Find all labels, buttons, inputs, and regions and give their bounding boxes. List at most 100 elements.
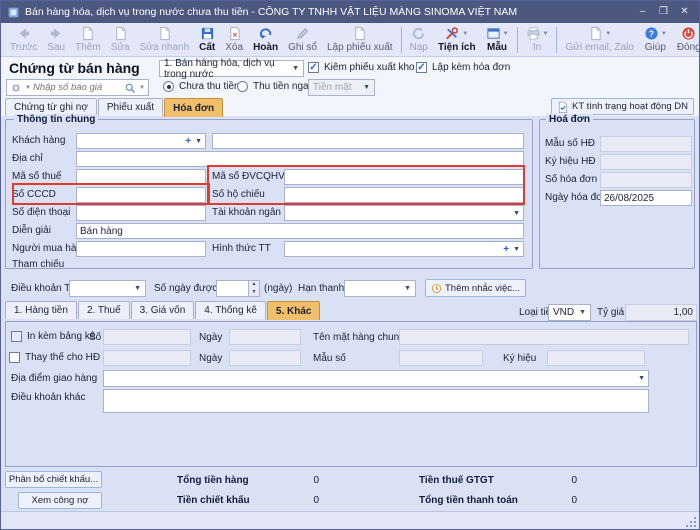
toolbar-button-gui-email-zalo[interactable]: ▼ Gửi email, Zalo <box>560 24 638 56</box>
tab-hang-tien[interactable]: 1. Hàng tiền <box>5 301 77 319</box>
in-kem-bang-ke-checkbox[interactable]: In kèm bảng kê <box>11 331 95 342</box>
dieu-khoan-khac-textarea[interactable] <box>103 389 649 413</box>
so-label: Số <box>89 332 101 343</box>
dien-giai-input[interactable] <box>76 223 524 239</box>
tong-tien-thanh-toan-label: Tổng tiền thanh toán <box>419 495 518 506</box>
tab-phieu-xuat[interactable]: Phiếu xuất <box>98 98 163 116</box>
kt-tinh-trang-button[interactable]: KT tình trạng hoạt động DN <box>551 98 694 115</box>
so-dien-thoai-input[interactable] <box>76 205 206 221</box>
mau-so-hd-input <box>600 136 692 152</box>
khach-hang-combo[interactable]: +▼ <box>76 133 206 149</box>
loai-tien-select[interactable]: VND▼ <box>548 304 591 321</box>
tab-hoa-don[interactable]: Hóa đơn <box>164 98 223 117</box>
ma-so-dvcqhvns-input[interactable] <box>284 169 524 185</box>
add-icon[interactable]: + <box>503 244 509 255</box>
gear-icon <box>10 82 22 94</box>
thay-the-cho-hd-so-checkbox[interactable]: Thay thế cho HĐ số <box>9 352 113 363</box>
tab-thong-ke[interactable]: 4. Thống kê <box>195 301 266 319</box>
app-window: Bán hàng hóa, dịch vụ trong nước chưa th… <box>0 0 700 530</box>
dia-diem-giao-hang-combo[interactable]: ▼ <box>103 370 649 387</box>
page-title: Chứng từ bán hàng <box>9 60 140 76</box>
toolbar-button-hoan[interactable]: Hoàn <box>248 24 283 56</box>
nguoi-mua-hang-input[interactable] <box>76 241 206 257</box>
resize-grip[interactable] <box>684 515 696 527</box>
toolbar-button-truoc[interactable]: Trước <box>5 24 42 56</box>
toolbar: Trước Sau Thêm Sửa Sửa nhanh Cất × Xóa H <box>1 23 699 57</box>
chevron-down-icon: ▼ <box>195 138 202 145</box>
spin-down-icon[interactable]: ▼ <box>249 289 259 297</box>
checkbox-checked-icon: ✓ <box>416 62 427 73</box>
toolbar-button-sau[interactable]: Sau <box>42 24 70 56</box>
toolbar-button-tien-ich[interactable]: ▼ Tiện ích <box>433 24 481 56</box>
toolbar-button-nap[interactable]: Nạp <box>405 24 433 56</box>
dia-chi-input[interactable] <box>76 151 524 167</box>
chevron-down-icon: ▼ <box>400 285 411 292</box>
search-input[interactable] <box>33 82 122 93</box>
dia-chi-label: Địa chỉ <box>12 153 43 164</box>
them-nhac-viec-button[interactable]: Thêm nhắc việc... <box>425 279 526 297</box>
so-cccd-label: Số CCCD <box>12 189 56 200</box>
so-ho-chieu-input[interactable] <box>284 187 524 203</box>
maximize-button[interactable]: ❐ <box>655 4 672 20</box>
ty-gia-label: Tỷ giá <box>597 307 624 318</box>
so-ngay-duoc-no-spinner[interactable]: ▲▼ <box>216 280 260 297</box>
xem-cong-no-button[interactable]: Xem công nợ <box>18 492 102 509</box>
khach-hang-name-input[interactable] <box>212 133 524 149</box>
add-icon[interactable]: + <box>185 136 191 147</box>
window-title: Bán hàng hóa, dịch vụ trong nước chưa th… <box>25 6 634 18</box>
thu-tien-ngay-radio[interactable]: Thu tiền ngay <box>237 81 314 92</box>
so-cccd-input[interactable] <box>76 187 206 203</box>
toolbar-button-in[interactable]: ▼ In <box>521 24 554 56</box>
document-delete-icon: × <box>227 26 242 41</box>
lap-kem-hoa-don-checkbox[interactable]: ✓ Lập kèm hóa đơn <box>416 62 510 73</box>
tong-tien-thanh-toan-value: 0 <box>517 495 577 506</box>
toolbar-button-them[interactable]: Thêm <box>70 24 106 56</box>
toolbar-button-lap-phieu-xuat[interactable]: Lập phiếu xuất <box>322 24 398 56</box>
chevron-down-icon: ▼ <box>575 309 586 316</box>
tien-thue-gtgt-label: Tiền thuế GTGT <box>419 475 494 486</box>
tai-khoan-ngan-hang-combo[interactable]: ▼ <box>284 205 524 221</box>
toolbar-button-xoa[interactable]: × Xóa <box>220 24 248 56</box>
tab-khac[interactable]: 5. Khác <box>267 301 321 320</box>
quote-search-box[interactable]: ▼ ▼ <box>6 79 149 96</box>
ma-so-thue-input[interactable] <box>76 169 206 185</box>
dieu-khoan-tt-label: Điều khoản TT <box>11 283 76 294</box>
ty-gia-input <box>625 304 697 321</box>
tab-gia-von[interactable]: 3. Giá vốn <box>131 301 195 319</box>
phan-bo-chiet-khau-button[interactable]: Phân bổ chiết khấu... <box>5 471 102 488</box>
tien-thue-gtgt-value: 0 <box>517 475 577 486</box>
mau-so-hd-label: Mẫu số HĐ <box>545 138 595 149</box>
detail-tabs: 1. Hàng tiền 2. Thuế 3. Giá vốn 4. Thống… <box>5 301 321 322</box>
toolbar-button-cat[interactable]: Cất <box>194 24 220 56</box>
toolbar-button-sua-nhanh[interactable]: Sửa nhanh <box>135 24 195 56</box>
tong-tien-hang-label: Tổng tiền hàng <box>177 475 249 486</box>
app-icon <box>7 6 20 19</box>
kiem-phieu-xuat-kho-checkbox[interactable]: ✓ Kiêm phiếu xuất kho <box>308 62 415 73</box>
spin-up-icon[interactable]: ▲ <box>249 281 259 289</box>
hinh-thuc-tt-combo[interactable]: +▼ <box>284 241 524 257</box>
close-button[interactable]: ✕ <box>676 4 693 20</box>
chevron-down-icon: ▼ <box>638 375 645 382</box>
tong-tien-hang-value: 0 <box>259 475 319 486</box>
printer-icon <box>526 26 541 41</box>
minimize-button[interactable]: – <box>634 4 651 20</box>
general-info-group: Thông tin chung Khách hàng +▼ Địa chỉ Mã… <box>5 119 533 269</box>
toolbar-button-dong[interactable]: Đóng <box>672 24 700 56</box>
toolbar-button-sua[interactable]: Sửa <box>106 24 135 56</box>
document-check-icon <box>557 101 569 113</box>
chua-thu-tien-radio[interactable]: Chưa thu tiền <box>163 81 240 92</box>
ngay-hoa-don-input[interactable] <box>600 190 692 206</box>
toolbar-button-giup[interactable]: ?▼ Giúp <box>639 24 672 56</box>
titlebar: Bán hàng hóa, dịch vụ trong nước chưa th… <box>1 1 699 23</box>
toolbar-button-ghi-so[interactable]: Ghi sổ <box>283 24 322 56</box>
dropdown-caret-icon: ▼ <box>503 31 509 37</box>
doc-type-select[interactable]: 1. Bán hàng hóa, dịch vụ trong nước▼ <box>159 60 304 77</box>
ky-hieu-label: Ký hiệu <box>503 353 536 364</box>
radio-icon <box>237 81 248 92</box>
svg-text:×: × <box>232 30 237 40</box>
han-thanh-toan-select[interactable]: ▼ <box>344 280 416 297</box>
dropdown-caret-icon: ▼ <box>605 31 611 37</box>
dieu-khoan-tt-select[interactable]: ▼ <box>69 280 146 297</box>
toolbar-button-mau[interactable]: ▼ Mẫu <box>481 24 514 56</box>
tab-thue[interactable]: 2. Thuế <box>78 301 130 319</box>
